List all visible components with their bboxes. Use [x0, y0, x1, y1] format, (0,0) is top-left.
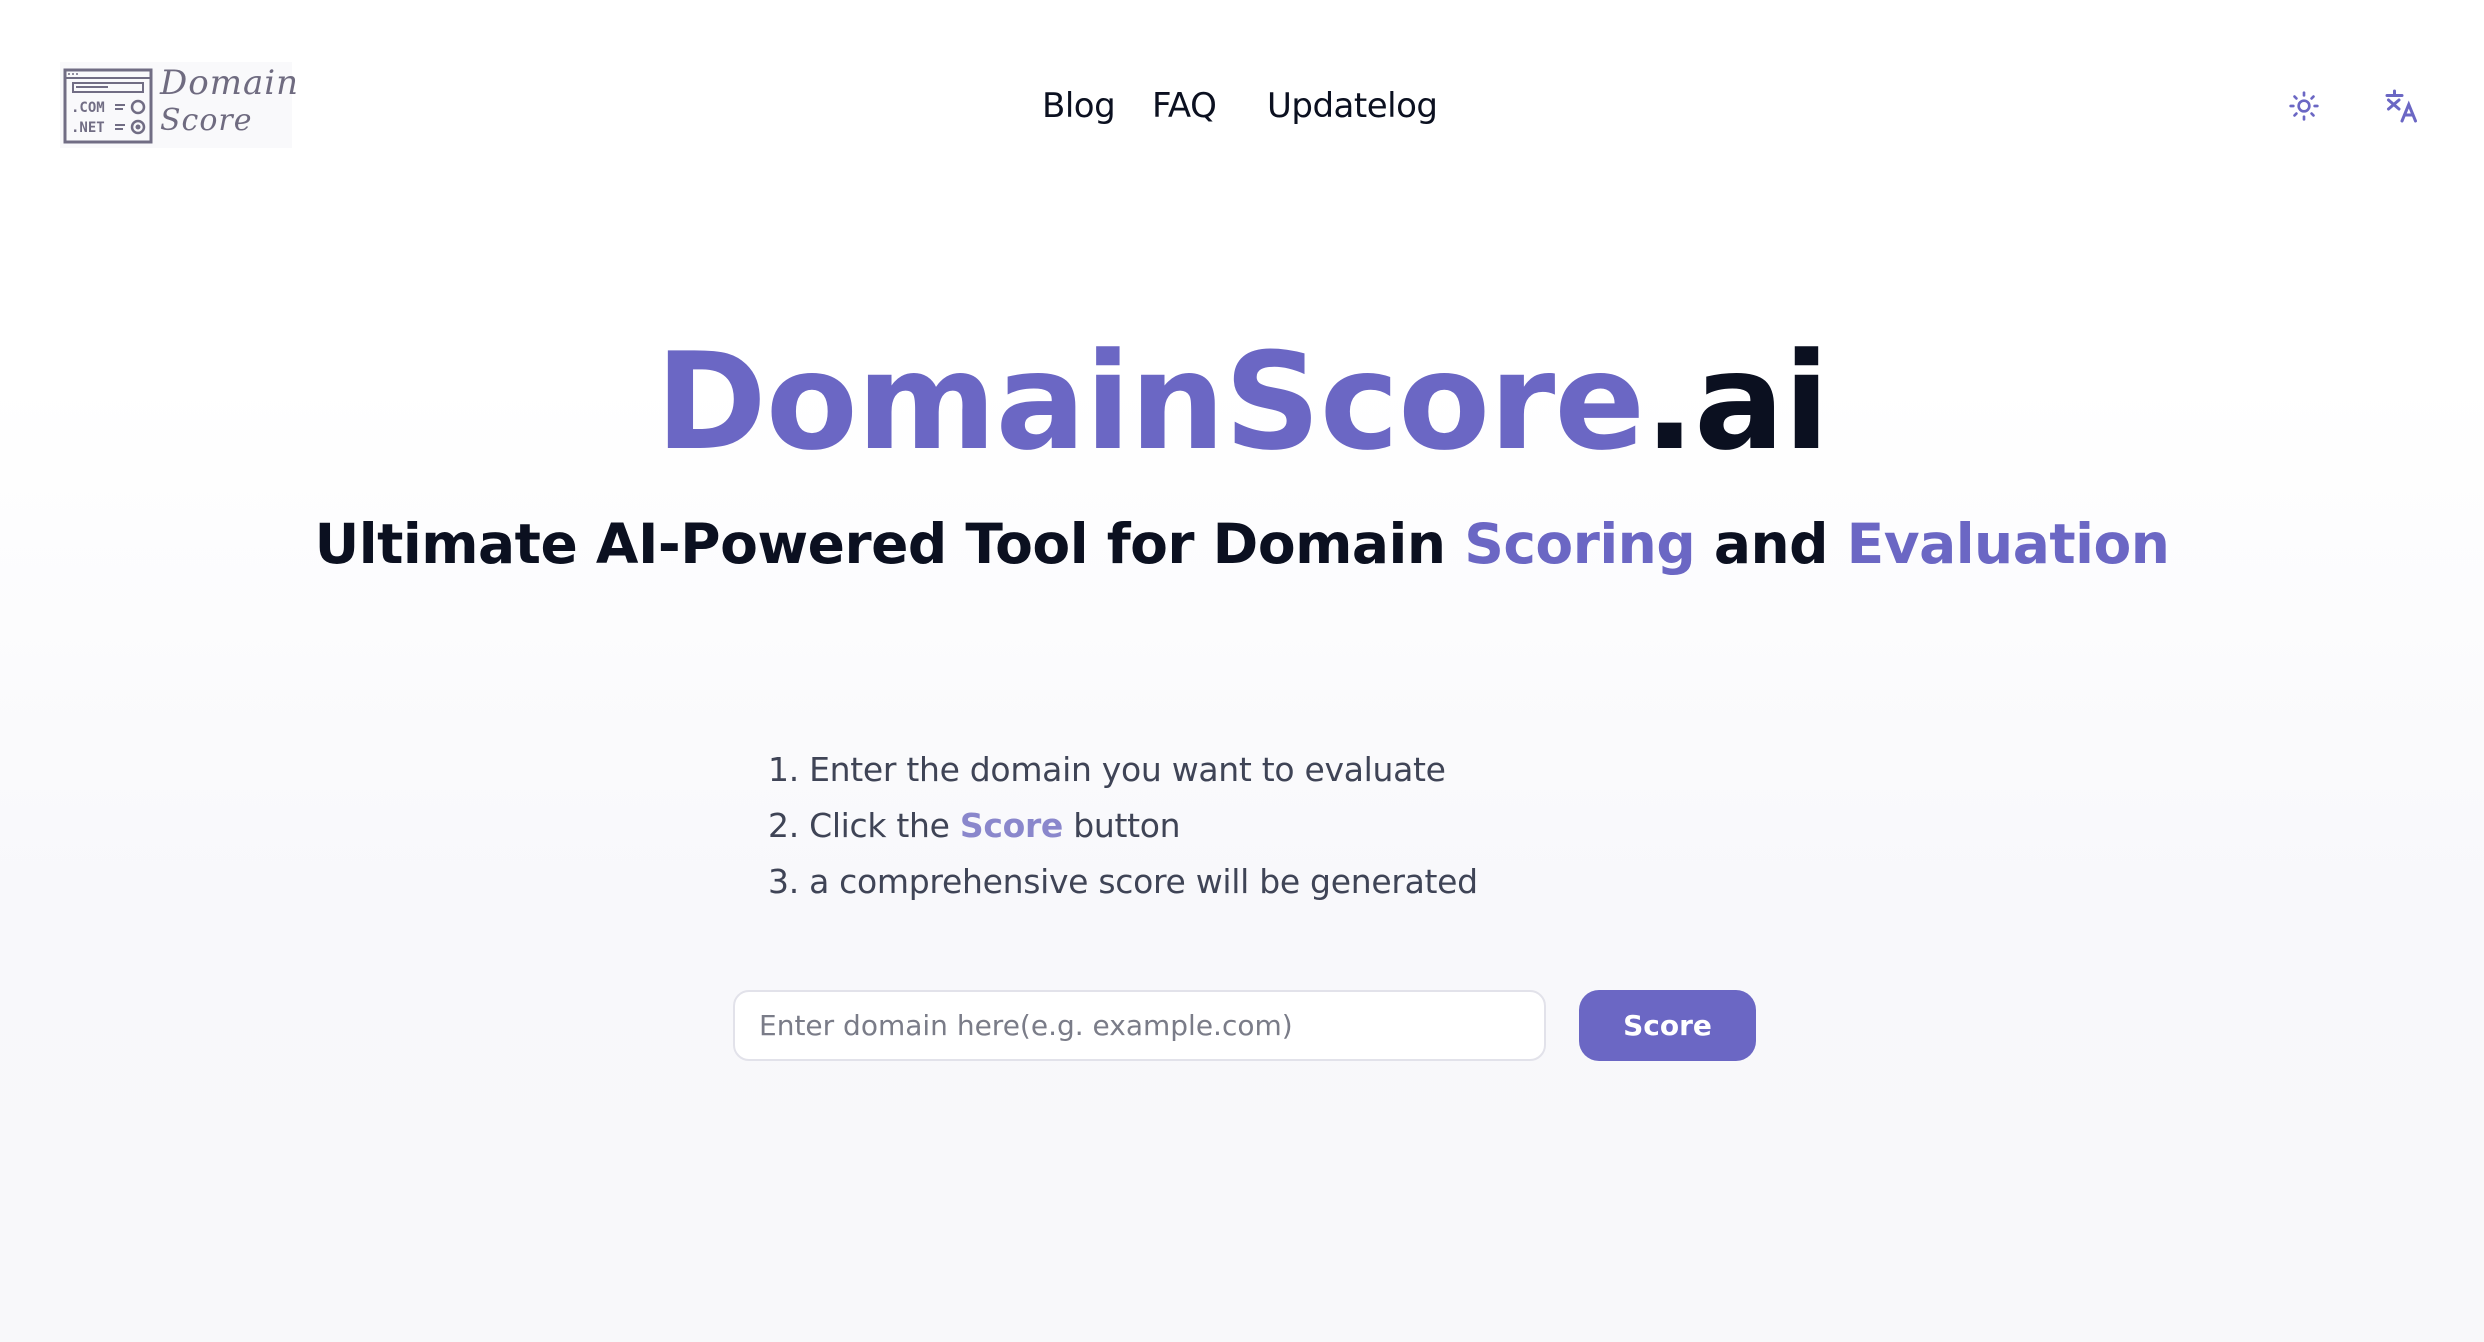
instruction-steps: 1. Enter the domain you want to evaluate… [768, 742, 1478, 910]
logo-text-domain: Domain [160, 63, 300, 103]
hero-subtitle-part2: and [1695, 512, 1847, 576]
sun-icon [2289, 91, 2319, 121]
hero-subtitle-highlight-evaluation: Evaluation [1846, 512, 2170, 576]
domain-search-form: Score [733, 990, 1756, 1061]
hero-subtitle-highlight-scoring: Scoring [1464, 512, 1696, 576]
step-item: 2. Click the Score button [768, 798, 1478, 854]
main-nav: Blog FAQ Updatelog [1042, 84, 1438, 128]
hero-title: DomainScore.ai [0, 322, 2484, 482]
step-2-highlight: Score [959, 806, 1064, 845]
domain-input[interactable] [733, 990, 1546, 1061]
hero-subtitle: Ultimate AI-Powered Tool for Domain Scor… [0, 506, 2484, 582]
hero-subtitle-part1: Ultimate AI-Powered Tool for Domain [314, 512, 1465, 576]
nav-updatelog[interactable]: Updatelog [1267, 84, 1438, 128]
theme-toggle-button[interactable] [2282, 84, 2326, 128]
step-item: 3. a comprehensive score will be generat… [768, 854, 1478, 910]
hero-title-tld: .ai [1644, 324, 1829, 480]
score-button[interactable]: Score [1579, 990, 1756, 1061]
logo[interactable]: .COM .NET Domain Score [60, 62, 298, 148]
step-1-text: 1. Enter the domain you want to evaluate [768, 750, 1446, 789]
svg-text:.NET: .NET [71, 120, 105, 136]
domain-browser-logo-icon: .COM .NET [63, 68, 153, 144]
step-2-prefix: 2. Click the [768, 806, 960, 845]
translate-icon [2385, 89, 2417, 123]
step-item: 1. Enter the domain you want to evaluate [768, 742, 1478, 798]
nav-faq[interactable]: FAQ [1152, 84, 1267, 128]
step-3-text: 3. a comprehensive score will be generat… [768, 862, 1478, 901]
nav-blog[interactable]: Blog [1042, 84, 1152, 128]
svg-text:.COM: .COM [71, 100, 105, 116]
language-button[interactable] [2380, 84, 2424, 128]
logo-text-score: Score [160, 103, 253, 138]
hero-title-brand: DomainScore [655, 324, 1646, 480]
step-2-suffix: button [1063, 806, 1181, 845]
